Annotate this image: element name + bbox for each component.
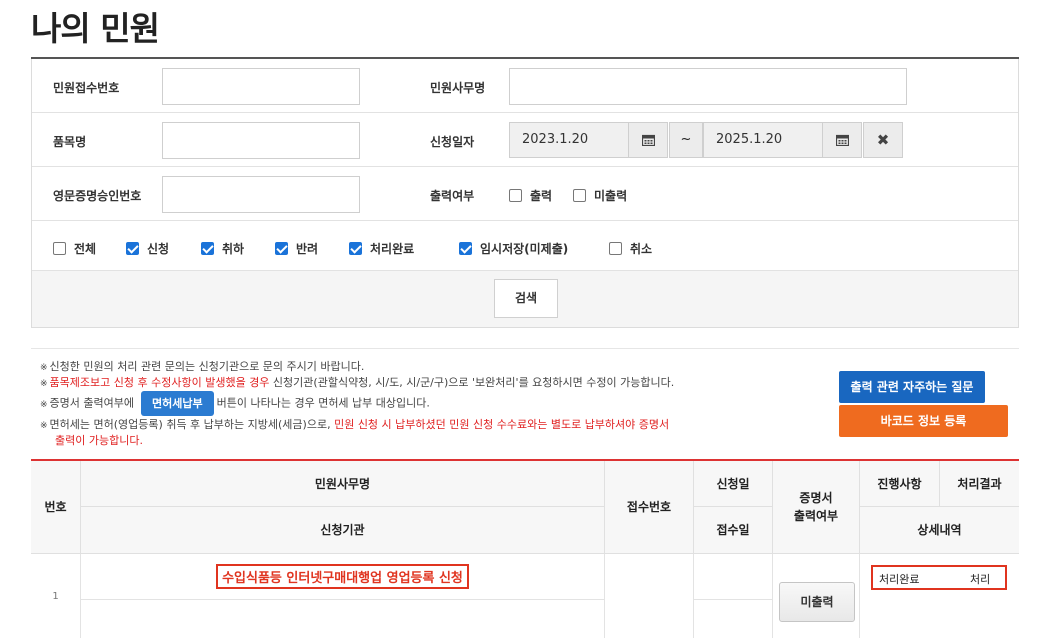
not-printed-button[interactable]: 미출력 <box>779 582 855 622</box>
product-name-label: 품목명 <box>53 135 87 149</box>
apply-date-label: 신청일자 <box>430 135 475 149</box>
col-header-agency: 신청기관 <box>81 507 605 554</box>
checkbox[interactable] <box>509 189 522 202</box>
row-1-no: 1 <box>31 554 81 638</box>
row-1-title-cell: 수입식품등 인터넷구매대행업 영업등록 신청 <box>81 554 605 600</box>
search-button-area: 검색 <box>32 271 1018 327</box>
barcode-register-button[interactable]: 바코드 정보 등록 <box>839 405 1008 437</box>
checkbox-checked[interactable] <box>275 242 288 255</box>
print-option-printed[interactable]: 출력 <box>509 187 552 204</box>
date-from-input[interactable]: 2023.1.20 <box>509 122 629 158</box>
checkbox-checked[interactable] <box>201 242 214 255</box>
date-from-calendar-button[interactable] <box>628 122 668 158</box>
print-status-label: 출력여부 <box>430 189 475 203</box>
col-header-cert-print: 증명서 출력여부 <box>773 461 860 554</box>
calendar-icon <box>835 134 849 146</box>
status-filter-completed[interactable]: 처리완료 <box>349 240 414 257</box>
col-header-progress: 진행사항 <box>860 461 940 507</box>
notice-4-continued: 출력이 가능합니다. <box>55 434 143 447</box>
print-option-not-printed[interactable]: 미출력 <box>573 187 627 204</box>
status-filter-applied[interactable]: 신청 <box>126 240 169 257</box>
close-icon[interactable]: ✖ <box>863 122 903 158</box>
col-header-receipt-date: 접수일 <box>694 507 773 554</box>
office-name-label: 민원사무명 <box>430 81 486 95</box>
notice-2: ※ 품목제조보고 신청 후 수정사항이 발생했을 경우 신청기관(관할식약청, 시… <box>40 376 675 389</box>
calendar-icon <box>641 134 655 146</box>
search-form: 민원접수번호 민원사무명 품목명 신청일자 2023.1.20 ~ 2025.1… <box>31 59 1019 328</box>
notice-4: ※ 면허세는 면허(영업등록) 취득 후 납부하는 지방세(세금)으로, 민원 신… <box>40 418 670 431</box>
checkbox-checked[interactable] <box>126 242 139 255</box>
checkbox-checked[interactable] <box>459 242 472 255</box>
product-name-input[interactable] <box>162 122 360 159</box>
status-filter-all[interactable]: 전체 <box>53 240 96 257</box>
row-1-progress: 처리완료 <box>879 573 920 586</box>
print-faq-button[interactable]: 출력 관련 자주하는 질문 <box>839 371 985 403</box>
search-button[interactable]: 검색 <box>494 279 558 318</box>
form-row-3: 영문증명승인번호 출력여부 출력 미출력 <box>32 167 1018 221</box>
col-header-no: 번호 <box>31 461 81 554</box>
notice-3: ※ 증명서 출력여부에 면허세납부 버튼이 나타나는 경우 면허세 납부 대상입니다. <box>40 391 430 416</box>
status-filter-row: 전체 신청 취하 반려 처리완료 임시저장(미제출) 취소 <box>32 221 1018 271</box>
complaint-table: 번호 민원사무명 신청기관 접수번호 신청일 접수일 증명서 출력여부 진행사항… <box>31 459 1019 638</box>
receipt-no-input[interactable] <box>162 68 360 105</box>
status-filter-draft[interactable]: 임시저장(미제출) <box>459 240 568 257</box>
row-1-receipt-no <box>605 554 694 638</box>
checkbox[interactable] <box>573 189 586 202</box>
date-to-input[interactable]: 2025.1.20 <box>703 122 823 158</box>
receipt-no-label: 민원접수번호 <box>53 81 120 95</box>
col-header-receipt-no: 접수번호 <box>605 461 694 554</box>
status-filter-cancelled[interactable]: 취소 <box>609 240 652 257</box>
col-header-apply-date: 신청일 <box>694 461 773 507</box>
office-name-input[interactable] <box>509 68 907 105</box>
license-tax-payment-button[interactable]: 면허세납부 <box>141 391 214 416</box>
status-filter-rejected[interactable]: 반려 <box>275 240 318 257</box>
status-filter-withdrawn[interactable]: 취하 <box>201 240 244 257</box>
col-header-result: 처리결과 <box>940 461 1019 507</box>
cert-no-input[interactable] <box>162 176 360 213</box>
row-1-status-box: 처리완료 처리 <box>871 565 1007 590</box>
date-separator: ~ <box>669 122 703 158</box>
row-1-receipt-date <box>694 600 773 638</box>
form-row-1: 민원접수번호 민원사무명 <box>32 59 1018 113</box>
col-header-detail: 상세내역 <box>860 507 1019 554</box>
checkbox[interactable] <box>609 242 622 255</box>
row-1-result[interactable]: 처리 <box>970 571 990 587</box>
checkbox-checked[interactable] <box>349 242 362 255</box>
row-1-title-link[interactable]: 수입식품등 인터넷구매대행업 영업등록 신청 <box>216 564 469 589</box>
cert-no-label: 영문증명승인번호 <box>53 189 142 203</box>
col-header-office-name: 민원사무명 <box>81 461 605 507</box>
checkbox[interactable] <box>53 242 66 255</box>
form-row-2: 품목명 신청일자 2023.1.20 ~ 2025.1.20 ✖ <box>32 113 1018 167</box>
row-1-agency <box>81 600 605 638</box>
notice-1: ※ 신청한 민원의 처리 관련 문의는 신청기관으로 문의 주시기 바랍니다. <box>40 360 365 373</box>
row-1-apply-date <box>694 554 773 600</box>
section-divider <box>31 348 1019 349</box>
date-to-calendar-button[interactable] <box>822 122 862 158</box>
page-title: 나의 민원 <box>31 9 160 48</box>
